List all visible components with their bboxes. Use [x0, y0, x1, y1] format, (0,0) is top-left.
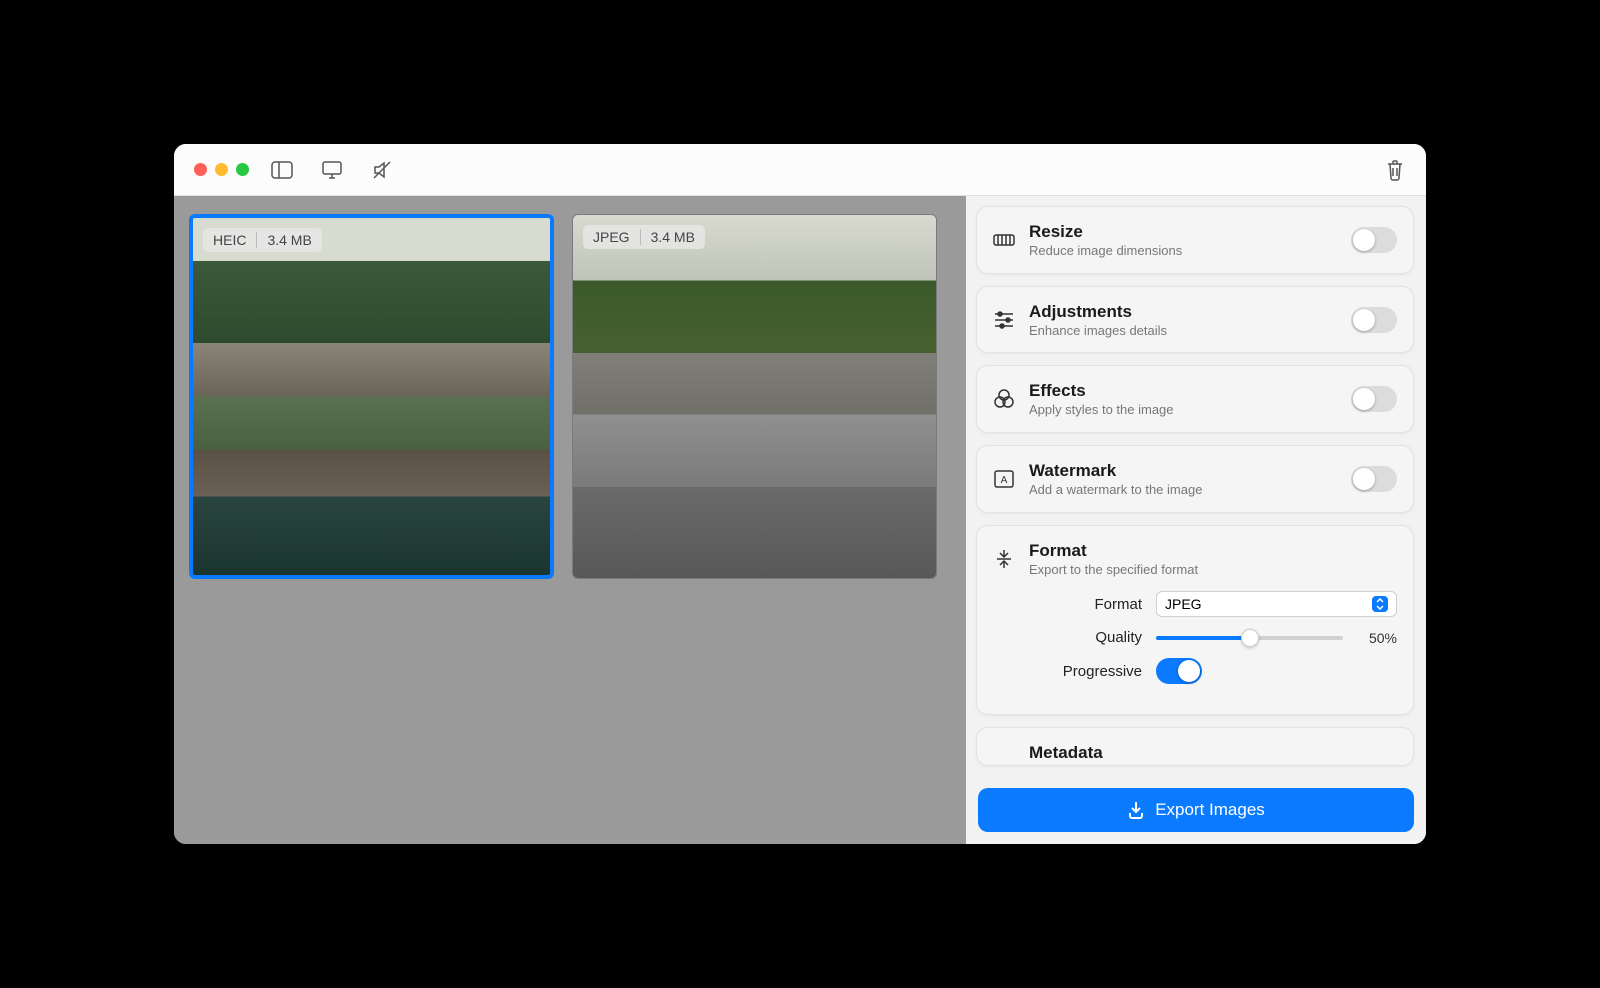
format-value: JPEG	[1165, 596, 1202, 612]
adjustments-toggle[interactable]	[1351, 307, 1397, 333]
content: HEIC 3.4 MB JPEG 3.4 MB	[174, 196, 1426, 844]
minimize-window-button[interactable]	[215, 163, 228, 176]
toolbar	[271, 160, 393, 180]
trash-icon[interactable]	[1384, 160, 1406, 180]
watermark-toggle[interactable]	[1351, 466, 1397, 492]
export-button[interactable]: Export Images	[978, 788, 1414, 832]
panel-title: Watermark	[1029, 460, 1351, 482]
resize-toggle[interactable]	[1351, 227, 1397, 253]
image-preview	[193, 218, 550, 575]
quality-slider[interactable]	[1156, 636, 1343, 640]
panel-subtitle: Apply styles to the image	[1029, 402, 1351, 418]
metadata-panel: Metadata	[976, 727, 1414, 765]
image-format: JPEG	[593, 229, 630, 245]
adjustments-icon	[993, 309, 1015, 331]
mute-icon[interactable]	[371, 160, 393, 180]
panel-title: Metadata	[1029, 742, 1397, 764]
quality-value: 50%	[1357, 630, 1397, 646]
adjustments-panel: Adjustments Enhance images details	[976, 286, 1414, 354]
format-panel: Format Export to the specified format Fo…	[976, 525, 1414, 716]
resize-icon	[993, 229, 1015, 251]
progressive-label: Progressive	[1027, 663, 1142, 680]
titlebar	[174, 144, 1426, 196]
window-controls	[194, 163, 249, 176]
effects-panel: Effects Apply styles to the image	[976, 365, 1414, 433]
panel-subtitle: Export to the specified format	[1029, 562, 1397, 578]
export-icon	[1127, 801, 1145, 819]
quality-label: Quality	[1027, 629, 1142, 646]
watermark-panel: A Watermark Add a watermark to the image	[976, 445, 1414, 513]
panel-title: Effects	[1029, 380, 1351, 402]
image-size: 3.4 MB	[267, 232, 311, 248]
image-size: 3.4 MB	[651, 229, 695, 245]
format-icon	[993, 548, 1015, 570]
app-window: HEIC 3.4 MB JPEG 3.4 MB	[174, 144, 1426, 844]
image-preview	[573, 215, 936, 578]
image-badge: HEIC 3.4 MB	[203, 228, 322, 252]
panel-subtitle: Enhance images details	[1029, 323, 1351, 339]
format-label: Format	[1027, 596, 1142, 613]
panel-subtitle: Add a watermark to the image	[1029, 482, 1351, 498]
format-select[interactable]: JPEG	[1156, 591, 1397, 617]
close-window-button[interactable]	[194, 163, 207, 176]
effects-toggle[interactable]	[1351, 386, 1397, 412]
chevron-updown-icon	[1372, 596, 1388, 612]
resize-panel: Resize Reduce image dimensions	[976, 206, 1414, 274]
effects-icon	[993, 388, 1015, 410]
image-badge: JPEG 3.4 MB	[583, 225, 705, 249]
image-format: HEIC	[213, 232, 246, 248]
svg-text:A: A	[1001, 475, 1008, 486]
image-thumbnail[interactable]: HEIC 3.4 MB	[189, 214, 554, 579]
panel-title: Resize	[1029, 221, 1351, 243]
image-thumbnail[interactable]: JPEG 3.4 MB	[572, 214, 937, 579]
metadata-icon	[993, 742, 1015, 764]
display-icon[interactable]	[321, 160, 343, 180]
panel-subtitle: Reduce image dimensions	[1029, 243, 1351, 259]
settings-panels: Resize Reduce image dimensions Adjustmen…	[966, 196, 1426, 778]
watermark-icon: A	[993, 468, 1015, 490]
export-bar: Export Images	[966, 778, 1426, 844]
panel-title: Adjustments	[1029, 301, 1351, 323]
progressive-toggle[interactable]	[1156, 658, 1202, 684]
export-label: Export Images	[1155, 800, 1265, 820]
sidebar-toggle-icon[interactable]	[271, 160, 293, 180]
settings-sidebar: Resize Reduce image dimensions Adjustmen…	[966, 196, 1426, 844]
panel-title: Format	[1029, 540, 1397, 562]
image-gallery: HEIC 3.4 MB JPEG 3.4 MB	[174, 196, 966, 844]
maximize-window-button[interactable]	[236, 163, 249, 176]
